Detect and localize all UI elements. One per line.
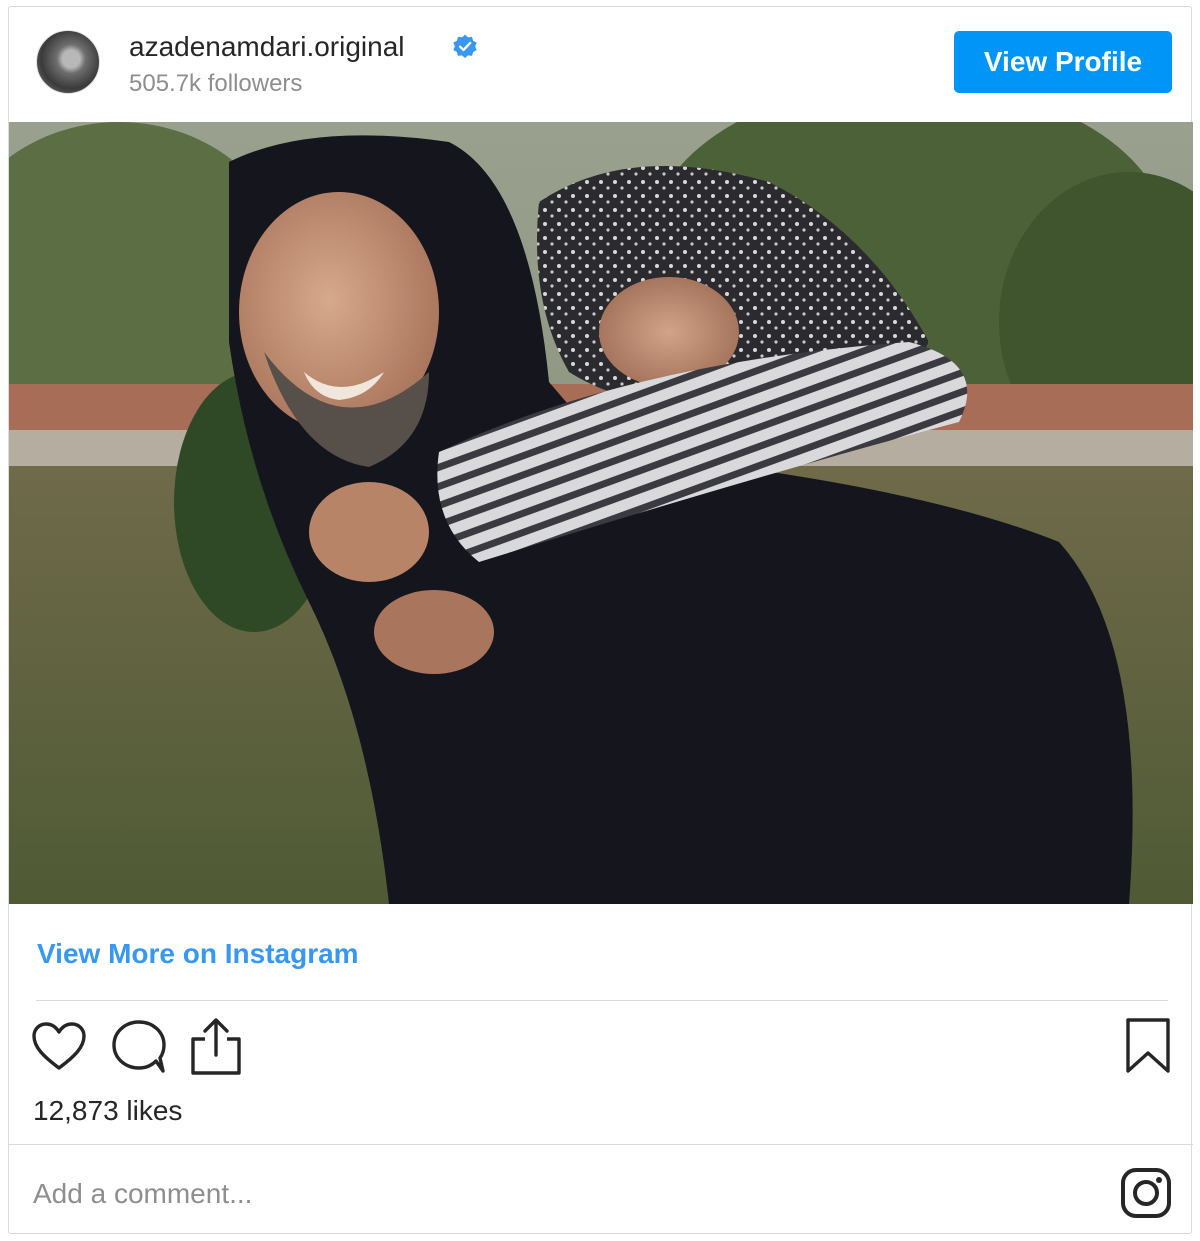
view-more-on-instagram-link[interactable]: View More on Instagram	[37, 938, 359, 970]
divider	[36, 1000, 1168, 1001]
divider	[9, 1144, 1193, 1145]
follower-count: 505.7k followers	[129, 70, 303, 97]
view-profile-button[interactable]: View Profile	[954, 31, 1172, 93]
bookmark-icon[interactable]	[1125, 1017, 1171, 1075]
instagram-embed-card: azadenamdari.original 505.7k followers V…	[8, 6, 1193, 1234]
heart-icon[interactable]	[31, 1021, 87, 1073]
comment-icon[interactable]	[110, 1019, 168, 1075]
post-photo[interactable]	[9, 122, 1193, 904]
like-count: 12,873 likes	[33, 1095, 183, 1126]
share-icon[interactable]	[189, 1017, 243, 1077]
post-photo-image	[9, 122, 1193, 904]
verified-badge-icon	[453, 34, 477, 59]
instagram-icon[interactable]	[1120, 1167, 1172, 1219]
username[interactable]: azadenamdari.original	[129, 31, 405, 63]
add-comment-input[interactable]	[33, 1172, 1083, 1216]
avatar[interactable]	[36, 30, 100, 94]
